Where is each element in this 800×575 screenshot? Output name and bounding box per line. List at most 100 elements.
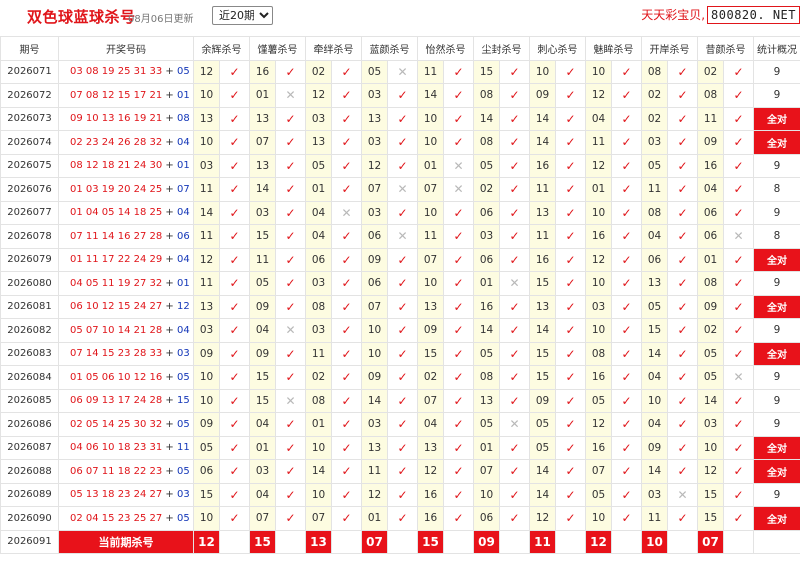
kill-number-cell: 06	[697, 200, 724, 225]
cross-icon: ✕	[341, 205, 352, 220]
kill-number-cell: 09	[697, 130, 724, 155]
result-mark-cell: ✓	[275, 271, 306, 296]
plus-sign: +	[162, 207, 177, 219]
red-balls: 02 23 24 26 28 32	[70, 136, 163, 148]
brand-banner[interactable]: 天天彩宝贝, 800820. NET	[641, 5, 800, 24]
checkmark-icon: ✓	[677, 276, 688, 291]
checkmark-icon: ✓	[621, 252, 632, 267]
blue-ball: 01	[177, 160, 190, 172]
kill-number-cell: 06	[361, 224, 388, 249]
blue-ball: 05	[177, 66, 190, 78]
blank-cell	[219, 529, 250, 554]
kill-number-cell: 11	[529, 177, 556, 202]
checkmark-icon: ✓	[621, 158, 632, 173]
kill-number-cell: 10	[417, 130, 444, 155]
result-mark-cell: ✓	[443, 341, 474, 366]
kill-number-cell: 10	[417, 200, 444, 225]
result-mark-cell: ✓	[443, 59, 474, 84]
checkmark-icon: ✓	[509, 252, 520, 267]
checkmark-icon: ✓	[509, 135, 520, 150]
col-header-expert-5: 怡然杀号	[417, 36, 474, 61]
result-mark-cell: ✓	[499, 247, 530, 272]
kill-number-cell: 10	[193, 365, 220, 390]
checkmark-icon: ✓	[285, 440, 296, 455]
plus-sign: +	[162, 512, 177, 524]
result-mark-cell: ✓	[219, 177, 250, 202]
result-mark-cell: ✓	[667, 341, 698, 366]
result-mark-cell: ✓	[555, 177, 586, 202]
kill-number-cell: 13	[473, 388, 500, 413]
checkmark-icon: ✓	[453, 205, 464, 220]
kill-number-cell: 05	[529, 412, 556, 437]
kill-number-cell: 03	[361, 200, 388, 225]
cross-icon: ✕	[509, 417, 520, 432]
draw-numbers-cell: 02 23 24 26 28 32 + 04	[58, 130, 194, 155]
cross-icon: ✕	[397, 64, 408, 79]
checkmark-icon: ✓	[677, 346, 688, 361]
kill-number-cell: 05	[697, 341, 724, 366]
checkmark-icon: ✓	[397, 440, 408, 455]
checkmark-icon: ✓	[509, 323, 520, 338]
period-cell: 2026089	[0, 482, 59, 507]
result-mark-cell: ✓	[499, 506, 530, 531]
kill-number-cell: 10	[417, 106, 444, 131]
result-mark-cell: ✓	[723, 177, 754, 202]
checkmark-icon: ✓	[453, 252, 464, 267]
result-mark-cell: ✓	[723, 341, 754, 366]
kill-number-cell: 13	[249, 153, 276, 178]
result-mark-cell: ✓	[667, 83, 698, 108]
checkmark-icon: ✓	[397, 299, 408, 314]
checkmark-icon: ✓	[285, 464, 296, 479]
draw-numbers-cell: 09 10 13 16 19 21 + 08	[58, 106, 194, 131]
result-mark-cell: ✓	[219, 459, 250, 484]
checkmark-icon: ✓	[285, 205, 296, 220]
result-mark-cell: ✓	[555, 247, 586, 272]
result-mark-cell: ✓	[275, 459, 306, 484]
checkmark-icon: ✓	[565, 205, 576, 220]
result-mark-cell: ✓	[387, 412, 418, 437]
kill-number-cell: 05	[361, 59, 388, 84]
result-mark-cell: ✓	[219, 224, 250, 249]
range-select[interactable]: 近20期	[212, 6, 273, 25]
kill-number-cell: 10	[529, 59, 556, 84]
kill-number-cell: 04	[417, 412, 444, 437]
kill-number-cell: 07	[249, 506, 276, 531]
checkmark-icon: ✓	[733, 511, 744, 526]
kill-number-cell: 03	[305, 106, 332, 131]
red-balls: 01 03 19 20 24 25	[70, 183, 163, 195]
plus-sign: +	[162, 395, 177, 407]
kill-number-cell: 14	[249, 177, 276, 202]
result-mark-cell: ✓	[555, 271, 586, 296]
checkmark-icon: ✓	[509, 511, 520, 526]
period-cell: 2026076	[0, 177, 59, 202]
checkmark-icon: ✓	[509, 229, 520, 244]
checkmark-icon: ✓	[621, 299, 632, 314]
period-cell: 2026082	[0, 318, 59, 343]
checkmark-icon: ✓	[509, 299, 520, 314]
kill-number-cell: 03	[305, 318, 332, 343]
result-mark-cell: ✓	[331, 294, 362, 319]
checkmark-icon: ✓	[229, 464, 240, 479]
stat-cell: 9	[753, 200, 800, 225]
checkmark-icon: ✓	[565, 464, 576, 479]
update-date: 08月06日更新	[128, 14, 194, 25]
checkmark-icon: ✓	[509, 64, 520, 79]
table-row: 2026080 04 05 11 19 27 32 + 01 11 ✓ 05 ✓ 03 ✓ 06…	[0, 271, 800, 296]
checkmark-icon: ✓	[285, 299, 296, 314]
kill-number-cell: 14	[529, 106, 556, 131]
col-header-expert-8: 魅眸杀号	[585, 36, 642, 61]
result-mark-cell: ✓	[331, 482, 362, 507]
cross-icon: ✕	[509, 276, 520, 291]
result-mark-cell: ✓	[275, 247, 306, 272]
blank-cell	[555, 529, 586, 554]
kill-number-cell: 12	[417, 459, 444, 484]
cross-icon: ✕	[397, 229, 408, 244]
plus-sign: +	[162, 442, 177, 454]
kill-number-cell: 06	[473, 506, 500, 531]
result-mark-cell: ✓	[555, 365, 586, 390]
table-row: 2026086 02 05 14 25 30 32 + 05 09 ✓ 04 ✓ 01 ✓ 03…	[0, 412, 800, 437]
result-mark-cell: ✓	[443, 482, 474, 507]
kill-number-cell: 01	[305, 177, 332, 202]
kill-number-cell: 04	[249, 482, 276, 507]
draw-numbers-cell: 04 05 11 19 27 32 + 01	[58, 271, 194, 296]
